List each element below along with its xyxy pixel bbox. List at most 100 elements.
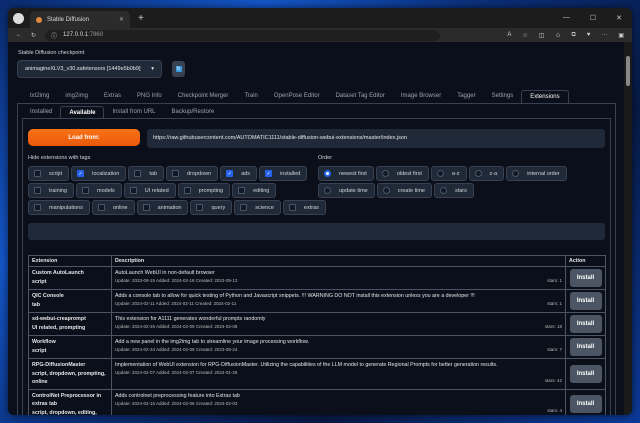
extensions-icon[interactable]: ♥ bbox=[587, 32, 591, 39]
checkbox-icon bbox=[129, 187, 137, 194]
load-from-button[interactable]: Load from: bbox=[28, 129, 140, 146]
extension-name[interactable]: ControlNet Preprocessor in extras tab bbox=[32, 392, 108, 409]
collections-icon[interactable]: ⧉ bbox=[571, 32, 575, 39]
webui-page: Stable Diffusion checkpoint animagineXLV… bbox=[8, 42, 624, 415]
hide-tag-checkbox[interactable]: extras bbox=[282, 200, 326, 215]
tab-tagger[interactable]: Tagger bbox=[449, 90, 483, 104]
index-url-input[interactable]: https://raw.githubusercontent.com/AUTOMA… bbox=[147, 129, 605, 148]
hide-tag-checkbox[interactable]: UI related bbox=[123, 183, 176, 198]
close-window-icon[interactable]: ✕ bbox=[616, 14, 622, 22]
extension-cell: RPG-DiffusionMaster script, dropdown, pro… bbox=[28, 358, 112, 390]
maximize-icon[interactable]: ☐ bbox=[590, 14, 596, 22]
checkpoint-dropdown[interactable]: animagineXLV3_v30.safetensors [1449e5b0b… bbox=[17, 60, 162, 78]
extension-name[interactable]: RPG-DiffusionMaster bbox=[32, 361, 108, 370]
order-radio[interactable]: stars bbox=[433, 183, 474, 198]
action-cell: Install bbox=[565, 358, 606, 390]
hide-tag-checkbox[interactable]: training bbox=[28, 183, 75, 198]
search-textbox[interactable] bbox=[28, 223, 605, 240]
more-icon[interactable]: ··· bbox=[601, 32, 607, 39]
tab-openpose-editor[interactable]: OpenPose Editor bbox=[266, 90, 328, 104]
order-radio[interactable]: create time bbox=[376, 183, 432, 198]
close-tab-icon[interactable]: ✕ bbox=[119, 16, 124, 23]
checkbox-icon: ✓ bbox=[77, 170, 85, 177]
hide-tag-checkbox[interactable]: dropdown bbox=[166, 166, 219, 181]
hide-tag-checkbox[interactable]: models bbox=[76, 183, 122, 198]
hide-tag-checkbox[interactable]: query bbox=[190, 200, 233, 215]
order-radio[interactable]: newest first bbox=[318, 166, 374, 181]
extension-cell: Custom AutoLaunch script bbox=[28, 266, 112, 290]
tab-png-info[interactable]: PNG Info bbox=[129, 90, 170, 104]
browser-tab[interactable]: Stable Diffusion ✕ bbox=[30, 11, 130, 28]
extension-cell: ControlNet Preprocessor in extras tab scr… bbox=[28, 388, 112, 415]
title-bar: Stable Diffusion ✕ + — ☐ ✕ bbox=[8, 8, 632, 28]
back-icon[interactable]: ← bbox=[16, 32, 22, 38]
refresh-checkpoint-button[interactable]: ↻ bbox=[172, 61, 185, 77]
description-cell: This extension for A1111 generates wonde… bbox=[111, 312, 566, 336]
tab-checkpoint-merger[interactable]: Checkpoint Merger bbox=[170, 90, 237, 104]
checkbox-label: UI related bbox=[144, 187, 169, 194]
order-radio[interactable]: z-a bbox=[468, 166, 505, 181]
tab-dataset-tag-editor[interactable]: Dataset Tag Editor bbox=[328, 90, 393, 104]
dates-text: Update: 2024-02-07 Added: 2024-02-07 Cre… bbox=[115, 370, 238, 375]
extension-name[interactable]: Custom AutoLaunch bbox=[32, 269, 108, 278]
install-button[interactable]: Install bbox=[569, 364, 602, 383]
install-button[interactable]: Install bbox=[569, 395, 602, 414]
install-button[interactable]: Install bbox=[569, 292, 602, 310]
order-radio[interactable]: oldest first bbox=[375, 166, 429, 181]
radio-icon bbox=[436, 170, 444, 177]
tab-settings[interactable]: Settings bbox=[484, 90, 522, 104]
favorite-star-icon[interactable]: ☆ bbox=[522, 32, 527, 39]
scrollbar-thumb[interactable] bbox=[626, 56, 630, 86]
order-radio[interactable]: update time bbox=[318, 183, 375, 198]
table-row: Custom AutoLaunch script AutoLaunch WebUI… bbox=[28, 266, 606, 290]
description-text: This extension for A1111 generates wonde… bbox=[115, 316, 266, 322]
checkbox-label: science bbox=[255, 204, 274, 211]
scrollbar[interactable] bbox=[624, 42, 632, 415]
hide-tag-checkbox[interactable]: animation bbox=[136, 200, 189, 215]
minimize-icon[interactable]: — bbox=[563, 14, 570, 22]
tab-image-browser[interactable]: Image Browser bbox=[393, 90, 449, 104]
hide-tag-checkbox[interactable]: prompting bbox=[177, 183, 231, 198]
checkbox-label: online bbox=[112, 204, 128, 211]
checkbox-label: manipulations bbox=[49, 204, 83, 211]
header-extension: Extension bbox=[28, 255, 112, 267]
hide-tag-checkbox[interactable]: manipulations bbox=[28, 200, 90, 215]
address-bar[interactable]: ⓘ 127.0.0.1:7860 bbox=[45, 29, 441, 41]
tab-img2img[interactable]: img2img bbox=[57, 90, 96, 104]
hide-tag-checkbox[interactable]: ✓ ads bbox=[220, 166, 258, 181]
extension-tags: script bbox=[32, 278, 47, 285]
favorites-icon[interactable]: ✩ bbox=[555, 32, 560, 39]
hide-tag-checkbox[interactable]: ✓ localization bbox=[71, 166, 127, 181]
checkbox-label: animation bbox=[157, 204, 182, 211]
hide-tag-checkbox[interactable]: science bbox=[234, 200, 281, 215]
checkbox-icon bbox=[134, 170, 142, 177]
new-tab-icon[interactable]: + bbox=[138, 13, 144, 24]
checkbox-icon bbox=[82, 187, 90, 194]
install-button[interactable]: Install bbox=[569, 338, 602, 356]
reload-icon[interactable]: ↻ bbox=[31, 32, 36, 39]
favicon-icon bbox=[36, 16, 42, 23]
hide-tag-checkbox[interactable]: editing bbox=[232, 183, 277, 198]
read-aloud-icon[interactable]: A bbox=[507, 32, 511, 39]
tab-extras[interactable]: Extras bbox=[96, 90, 129, 104]
hide-tag-checkbox[interactable]: online bbox=[91, 200, 135, 215]
tab-txt2img[interactable]: txt2img bbox=[22, 90, 57, 104]
extension-name[interactable]: QIC Console bbox=[32, 292, 108, 301]
description-text: AutoLaunch WebUI in non-default browser bbox=[115, 270, 215, 276]
order-radio[interactable]: internal order bbox=[506, 166, 567, 181]
extension-name[interactable]: Workflow bbox=[32, 338, 108, 347]
split-screen-icon[interactable]: ◫ bbox=[539, 32, 545, 39]
install-button[interactable]: Install bbox=[569, 315, 602, 333]
hide-tag-checkbox[interactable]: script bbox=[28, 166, 70, 181]
install-button[interactable]: Install bbox=[569, 269, 602, 287]
order-radio[interactable]: a-z bbox=[430, 166, 467, 181]
tab-extensions[interactable]: Extensions bbox=[521, 90, 569, 104]
address-bar-row: ← ↻ ⓘ 127.0.0.1:7860 A ☆ ◫ ✩ ⧉ ♥ ··· ▣ bbox=[8, 28, 632, 42]
profile-icon[interactable] bbox=[13, 12, 24, 24]
hide-tag-checkbox[interactable]: tab bbox=[128, 166, 165, 181]
tab-train[interactable]: Train bbox=[236, 90, 265, 104]
extension-name[interactable]: sd-webui-creaprompt bbox=[32, 315, 108, 324]
sidebar-icon[interactable]: ▣ bbox=[618, 32, 624, 39]
radio-icon bbox=[474, 170, 482, 177]
hide-tag-checkbox[interactable]: ✓ installed bbox=[259, 166, 308, 181]
